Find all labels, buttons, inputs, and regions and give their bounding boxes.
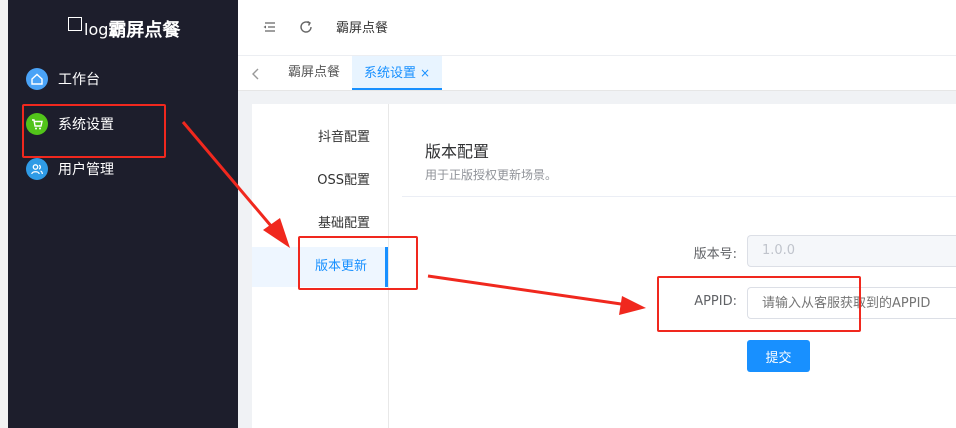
menu-fold-icon[interactable] [261, 19, 277, 35]
sidebar: log 霸屏点餐 工作台 系统设置 用户管理 [8, 0, 238, 428]
subnav-item-douyin[interactable]: 抖音配置 [252, 118, 388, 158]
annotation-box-subnav [298, 236, 418, 290]
top-header: 霸屏点餐 [238, 0, 956, 56]
users-icon [26, 158, 48, 180]
logo-alt-text: log [84, 19, 109, 39]
app-title: 霸屏点餐 [108, 20, 181, 41]
tab-label: 系统设置 [364, 66, 417, 81]
sidebar-item-workbench[interactable]: 工作台 [26, 65, 100, 93]
subnav-item-oss[interactable]: OSS配置 [252, 161, 388, 201]
sidebar-item-user-management[interactable]: 用户管理 [26, 155, 114, 183]
chevron-left-icon[interactable] [250, 66, 262, 80]
tab-label: 霸屏点餐 [288, 65, 341, 80]
app-logo: log 霸屏点餐 [68, 16, 180, 42]
sidebar-item-label: 用户管理 [58, 162, 114, 178]
breadcrumb: 霸屏点餐 [336, 21, 389, 36]
annotation-box-sidebar [22, 104, 166, 158]
logo-image-icon [68, 17, 82, 31]
tab-bapingdiancan[interactable]: 霸屏点餐 [276, 56, 352, 90]
version-label: 版本号: [693, 247, 737, 262]
panel-subtitle: 用于正版授权更新场景。 [425, 168, 558, 182]
sidebar-item-label: 工作台 [58, 72, 100, 88]
tab-bar: 霸屏点餐 系统设置 × [238, 56, 956, 91]
panel-title: 版本配置 [425, 142, 490, 161]
submit-button[interactable]: 提交 [747, 340, 810, 372]
version-field: 1.0.0 [747, 235, 956, 267]
home-icon [26, 68, 48, 90]
refresh-icon[interactable] [298, 19, 314, 35]
annotation-box-appid [657, 276, 861, 332]
panel-divider [402, 196, 956, 197]
tab-system-settings[interactable]: 系统设置 × [352, 56, 443, 90]
window-edge [0, 0, 8, 428]
close-icon[interactable]: × [420, 66, 430, 80]
